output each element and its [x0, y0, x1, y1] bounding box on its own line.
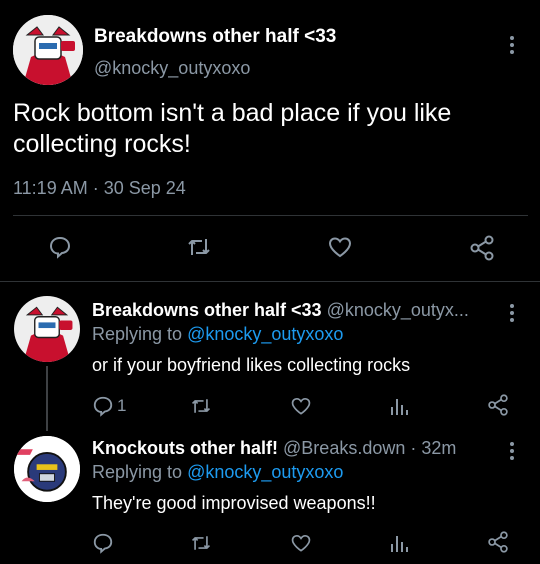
- share-icon[interactable]: [487, 394, 509, 416]
- mention-link[interactable]: @knocky_outyxoxo: [187, 462, 343, 482]
- handle[interactable]: @knocky_outyx...: [327, 300, 469, 320]
- thread-line: [46, 366, 48, 431]
- tweet-timestamp: 11:19 AM · 30 Sep 24: [13, 178, 186, 198]
- reply-header: Breakdowns other half <33 @knocky_outyx.…: [92, 300, 469, 321]
- reply-icon[interactable]: [92, 395, 114, 417]
- share-icon[interactable]: [469, 235, 495, 261]
- avatar[interactable]: [14, 436, 80, 502]
- replying-to: Replying to @knocky_outyxoxo: [92, 462, 343, 483]
- reply-text: They're good improvised weapons!!: [92, 493, 376, 513]
- reply-count: 1: [117, 396, 127, 415]
- avatar[interactable]: [14, 296, 80, 362]
- retweet-icon[interactable]: [190, 532, 212, 554]
- replying-prefix: Replying to: [92, 324, 183, 344]
- replying-prefix: Replying to: [92, 462, 183, 482]
- reply-icon[interactable]: [48, 235, 72, 259]
- retweet-icon[interactable]: [186, 235, 212, 259]
- share-icon[interactable]: [487, 531, 509, 553]
- handle[interactable]: @Breaks.down · 32m: [283, 438, 456, 458]
- like-icon[interactable]: [290, 532, 312, 554]
- mention-link[interactable]: @knocky_outyxoxo: [187, 324, 343, 344]
- divider: [13, 215, 528, 216]
- display-name[interactable]: Breakdowns other half <33: [94, 26, 336, 48]
- tweet-text: Rock bottom isn't a bad place if you lik…: [13, 99, 452, 158]
- like-icon[interactable]: [290, 395, 312, 417]
- reply-text: or if your boyfriend likes collecting ro…: [92, 355, 411, 375]
- divider: [0, 281, 540, 282]
- avatar[interactable]: [13, 15, 83, 85]
- display-name[interactable]: Breakdowns other half <33: [92, 300, 322, 320]
- analytics-icon[interactable]: [389, 532, 409, 554]
- replying-to: Replying to @knocky_outyxoxo: [92, 324, 343, 345]
- retweet-icon[interactable]: [190, 395, 212, 417]
- more-options-icon[interactable]: [510, 304, 514, 322]
- reply-icon[interactable]: [92, 532, 114, 554]
- reply-header: Knockouts other half! @Breaks.down · 32m: [92, 438, 456, 459]
- more-options-icon[interactable]: [510, 442, 514, 460]
- more-options-icon[interactable]: [510, 36, 514, 54]
- handle[interactable]: @knocky_outyxoxo: [94, 58, 250, 79]
- analytics-icon[interactable]: [389, 395, 409, 417]
- display-name[interactable]: Knockouts other half!: [92, 438, 278, 458]
- like-icon[interactable]: [327, 235, 353, 259]
